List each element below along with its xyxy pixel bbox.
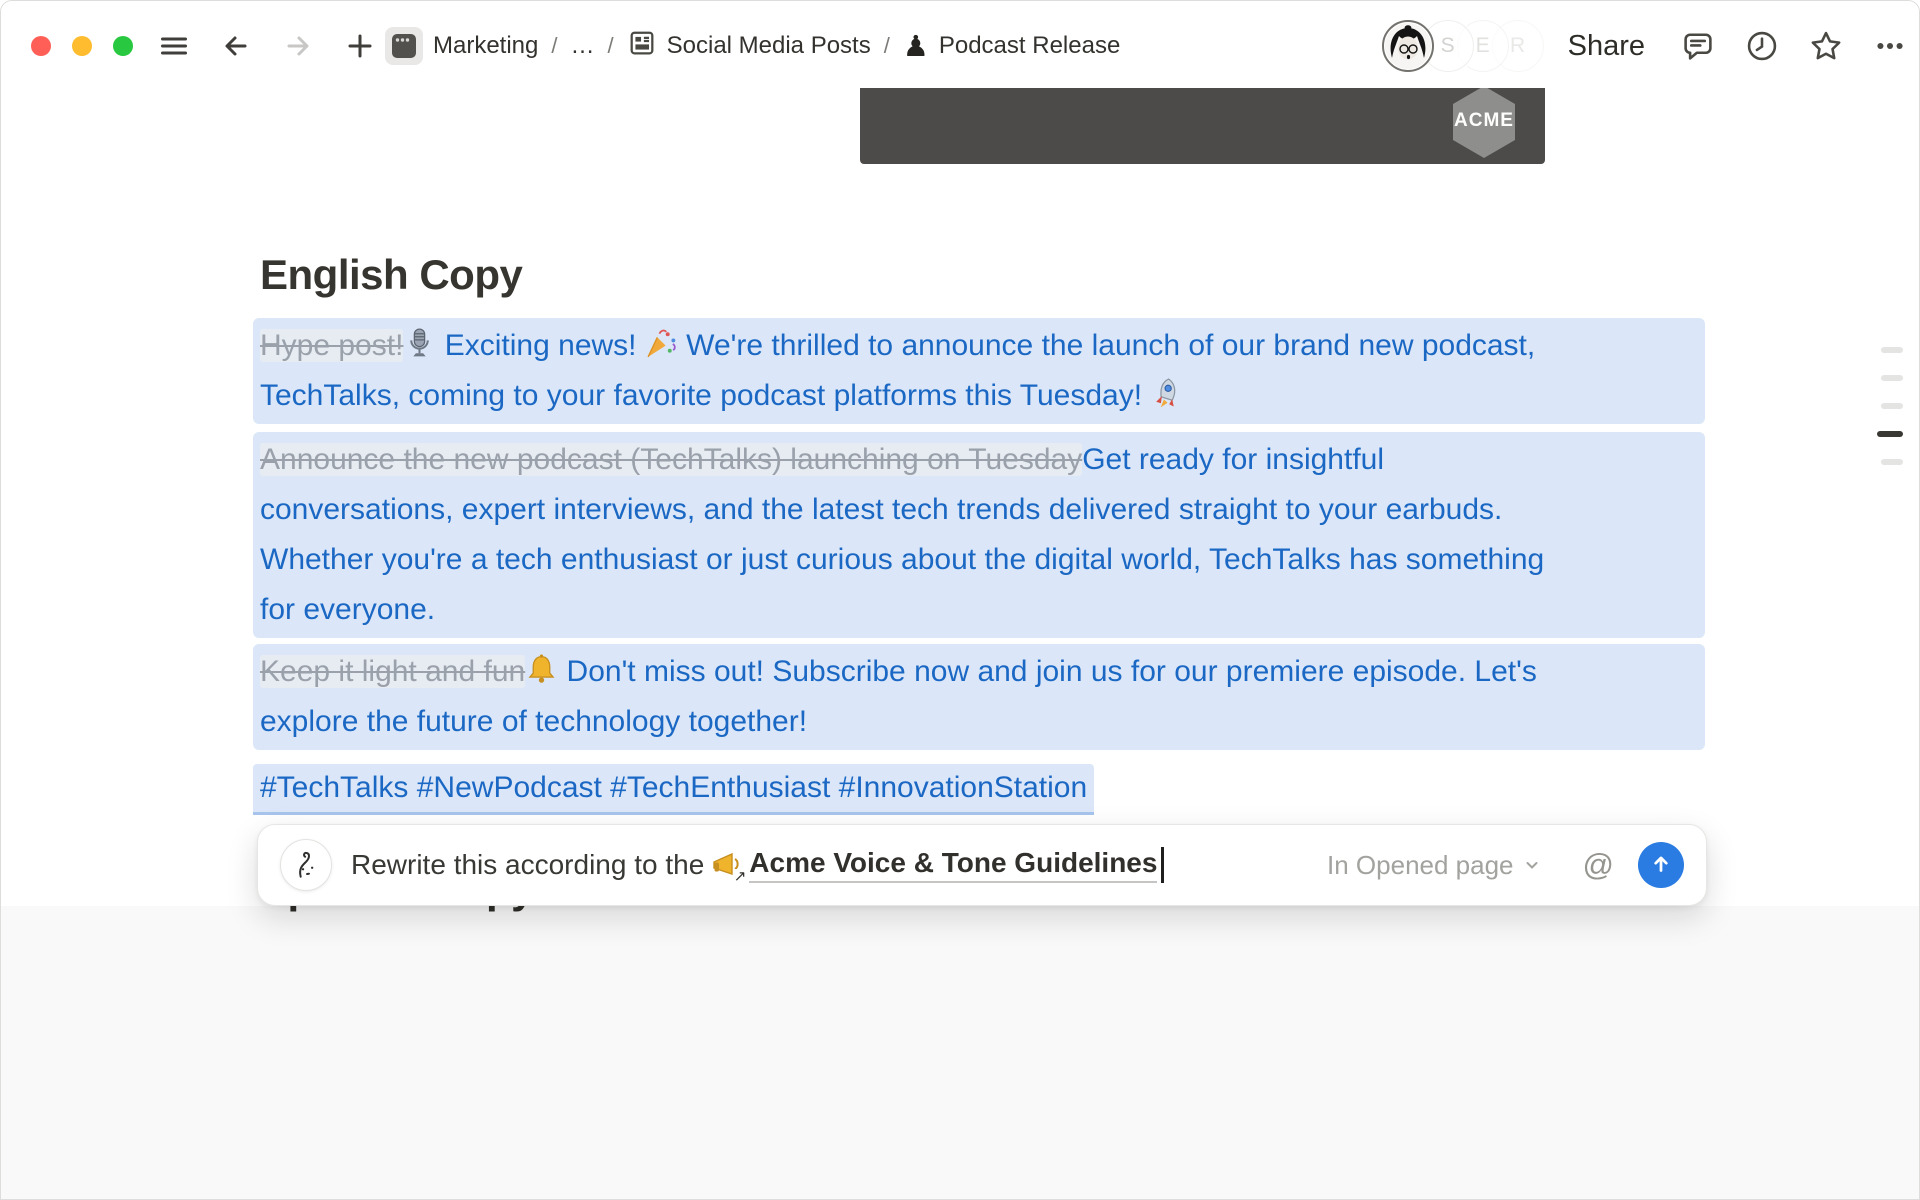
suggested-text: Get ready for insightful xyxy=(1082,443,1384,476)
close-button[interactable] xyxy=(31,36,51,56)
breadcrumb-label: Marketing xyxy=(433,32,538,60)
ai-suggestion-paragraph[interactable]: Announce the new podcast (TechTalks) lau… xyxy=(253,432,1705,638)
history-button[interactable] xyxy=(1745,29,1779,63)
deleted-text: Keep it light and fun xyxy=(260,655,525,688)
rocket-emoji xyxy=(1150,371,1183,421)
suggested-text: explore the future of technology togethe… xyxy=(260,705,807,738)
favorite-button[interactable] xyxy=(1809,29,1843,63)
chevron-down-icon xyxy=(1523,850,1541,881)
plus-icon xyxy=(344,30,376,62)
ai-suggestion-paragraph[interactable]: Keep it light and fun Don't miss out! Su… xyxy=(253,644,1705,750)
hashtags-line[interactable]: #TechTalks #NewPodcast #TechEnthusiast #… xyxy=(253,764,1094,815)
star-icon xyxy=(1808,28,1844,64)
zoom-button[interactable] xyxy=(113,36,133,56)
comment-icon xyxy=(1680,28,1716,64)
scope-selector[interactable]: In Opened page xyxy=(1327,850,1541,881)
forward-arrow-icon xyxy=(282,30,314,62)
avatar[interactable] xyxy=(1382,20,1434,72)
notion-ai-face-icon xyxy=(280,839,332,891)
nav-controls xyxy=(157,29,377,63)
microphone-emoji xyxy=(403,321,436,371)
presence-avatars: S E R xyxy=(1382,19,1532,73)
app-window: Marketing / … / Social Media Posts / ♟ P… xyxy=(0,0,1920,1200)
new-tab-button[interactable] xyxy=(343,29,377,63)
acme-logo-text: ACME xyxy=(1453,110,1515,132)
ellipsis-icon xyxy=(1872,28,1908,64)
breadcrumb-separator: / xyxy=(608,33,614,59)
breadcrumb-item-collapsed[interactable]: … xyxy=(571,32,595,60)
hamburger-icon xyxy=(158,30,190,62)
breadcrumb-item-marketing[interactable]: Marketing xyxy=(385,27,538,65)
comments-button[interactable] xyxy=(1681,29,1715,63)
suggested-text: conversations, expert interviews, and th… xyxy=(260,493,1502,526)
back-button[interactable] xyxy=(219,29,253,63)
outline-mark[interactable] xyxy=(1881,459,1903,465)
mention-label: Acme Voice & Tone Guidelines xyxy=(749,847,1157,883)
deleted-text: Announce the new podcast (TechTalks) lau… xyxy=(260,443,1082,476)
suggested-text: Exciting news! xyxy=(436,329,644,362)
breadcrumb-label: Podcast Release xyxy=(939,32,1120,60)
prompt-prefix: Rewrite this according to the xyxy=(351,849,704,881)
page-cover-image[interactable]: ACME xyxy=(860,88,1545,164)
ai-prompt-bar[interactable]: Rewrite this according to the ↗ Acme Voi… xyxy=(257,824,1707,906)
more-options-button[interactable] xyxy=(1873,29,1907,63)
back-arrow-icon xyxy=(220,30,252,62)
party-popper-emoji xyxy=(645,321,678,371)
page-link-arrow-icon: ↗ xyxy=(733,869,748,884)
scope-label: In Opened page xyxy=(1327,850,1514,881)
breadcrumb-separator: / xyxy=(884,33,890,59)
mention-at-button[interactable]: @ xyxy=(1583,847,1614,883)
suggested-text: Don't miss out! Subscribe now and join u… xyxy=(558,655,1537,688)
megaphone-emoji: ↗ xyxy=(710,849,742,881)
titlebar: Marketing / … / Social Media Posts / ♟ P… xyxy=(1,1,1920,88)
suggested-text: TechTalks, coming to your favorite podca… xyxy=(260,379,1150,412)
outline-mark-active[interactable] xyxy=(1877,431,1903,437)
traffic-lights xyxy=(31,36,133,56)
forward-button[interactable] xyxy=(281,29,315,63)
titlebar-right: S E R Share xyxy=(1382,19,1907,73)
deleted-text: Hype post! xyxy=(260,329,403,362)
outline-mark[interactable] xyxy=(1881,403,1903,409)
suggested-text: Whether you're a tech enthusiast or just… xyxy=(260,543,1544,576)
arrow-up-icon xyxy=(1648,851,1674,880)
sidebar-menu-button[interactable] xyxy=(157,29,191,63)
breadcrumb-separator: / xyxy=(551,33,557,59)
suggested-text: for everyone. xyxy=(260,593,435,626)
section-heading-english-copy: English Copy xyxy=(260,251,522,299)
ai-prompt-text[interactable]: Rewrite this according to the ↗ Acme Voi… xyxy=(351,847,1164,883)
outline-mark[interactable] xyxy=(1881,375,1903,381)
breadcrumb-item-social-media-posts[interactable]: Social Media Posts xyxy=(627,28,871,65)
marketing-board-icon xyxy=(385,27,423,65)
breadcrumb-item-podcast-release[interactable]: ♟ Podcast Release xyxy=(903,32,1120,61)
acme-logo: ACME xyxy=(1453,86,1515,158)
clock-icon xyxy=(1744,28,1780,64)
page-mention-acme-guidelines[interactable]: ↗ Acme Voice & Tone Guidelines xyxy=(710,847,1157,883)
pawn-icon: ♟ xyxy=(903,32,929,61)
breadcrumb: Marketing / … / Social Media Posts / ♟ P… xyxy=(385,25,1120,67)
share-button[interactable]: Share xyxy=(1562,26,1651,67)
ai-suggestion-paragraph[interactable]: Hype post! Exciting news! We're thrilled… xyxy=(253,318,1705,424)
text-cursor xyxy=(1161,847,1164,883)
send-button[interactable] xyxy=(1638,842,1684,888)
minimize-button[interactable] xyxy=(72,36,92,56)
bell-emoji xyxy=(525,647,558,697)
page-outline-indicator xyxy=(1881,347,1903,487)
page-layout-icon xyxy=(627,28,657,65)
suggested-text: We're thrilled to announce the launch of… xyxy=(678,329,1535,362)
dimmed-content-overlay xyxy=(1,906,1920,1200)
outline-mark[interactable] xyxy=(1881,347,1903,353)
breadcrumb-label: Social Media Posts xyxy=(667,32,871,60)
